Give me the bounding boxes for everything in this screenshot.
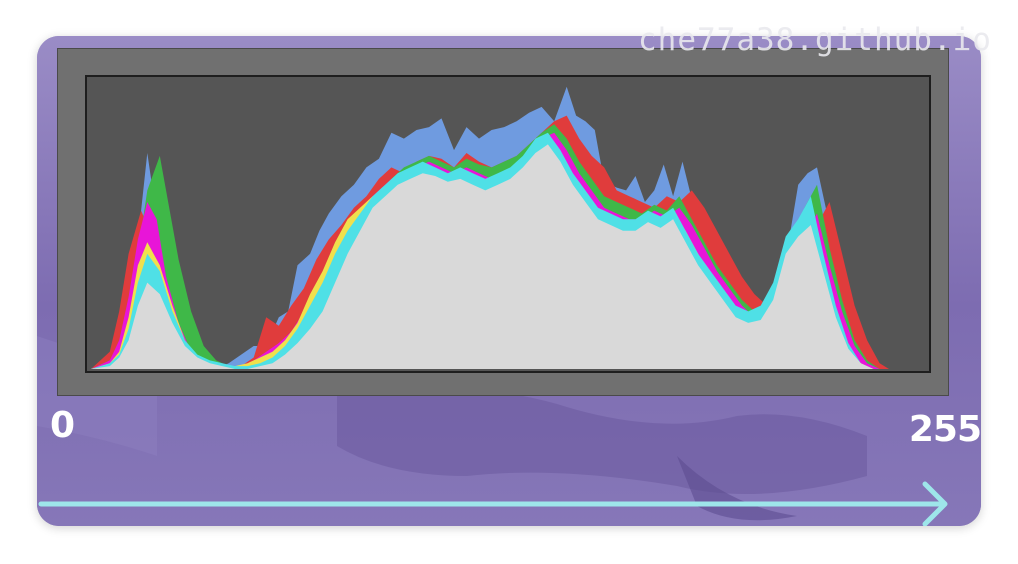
axis-min-label: 0: [50, 405, 76, 446]
histogram-frame: [57, 48, 949, 396]
histogram-plot-area: [85, 75, 931, 373]
watermark-text: che77a38.github.io: [638, 22, 992, 58]
histogram-chart: [91, 86, 889, 370]
screenshot-stage: 0 255 che77a38.github.io: [0, 0, 1018, 564]
histogram-card: 0 255: [37, 36, 981, 526]
tonal-range-arrow: [38, 481, 948, 526]
axis-max-label: 255: [908, 409, 981, 450]
